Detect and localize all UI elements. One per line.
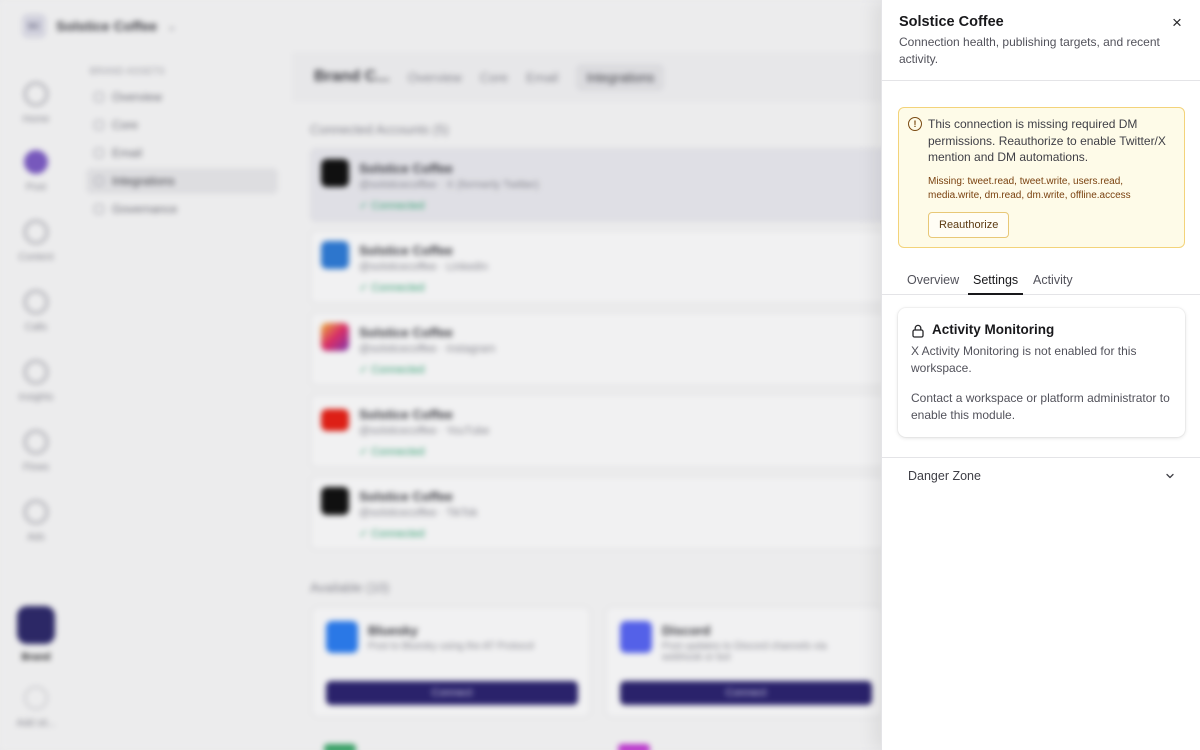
chevron-down-icon — [1166, 473, 1174, 479]
drawer-title: Solstice Coffee — [899, 14, 1004, 30]
activity-monitoring-card: Activity Monitoring X Activity Monitorin… — [898, 308, 1185, 437]
tab-activity[interactable]: Activity — [1033, 266, 1073, 295]
danger-zone-label: Danger Zone — [908, 469, 981, 483]
permissions-warning: ! This connection is missing required DM… — [898, 107, 1185, 248]
connection-drawer: Solstice Coffee Connection health, publi… — [881, 0, 1200, 750]
danger-zone-toggle[interactable]: Danger Zone — [882, 457, 1200, 495]
alert-circle-icon: ! — [908, 117, 922, 131]
warning-message: This connection is missing required DM p… — [928, 117, 1166, 164]
reauthorize-button[interactable]: Reauthorize — [928, 212, 1010, 238]
missing-scopes: Missing: tweet.read, tweet.write, users.… — [928, 176, 1131, 201]
tab-settings[interactable]: Settings — [968, 266, 1024, 295]
drawer-header: Solstice Coffee Connection health, publi… — [882, 0, 1200, 81]
drawer-subtitle: Connection health, publishing targets, a… — [899, 35, 1160, 66]
lock-icon — [912, 324, 924, 338]
card-description: X Activity Monitoring is not enabled for… — [911, 344, 1137, 375]
tab-overview[interactable]: Overview — [907, 266, 959, 295]
card-title: Activity Monitoring — [932, 322, 1055, 337]
drawer-tabs: Overview Settings Activity — [882, 266, 1200, 295]
close-icon[interactable]: × — [1169, 14, 1185, 31]
card-help-text: Contact a workspace or platform administ… — [911, 391, 1170, 422]
